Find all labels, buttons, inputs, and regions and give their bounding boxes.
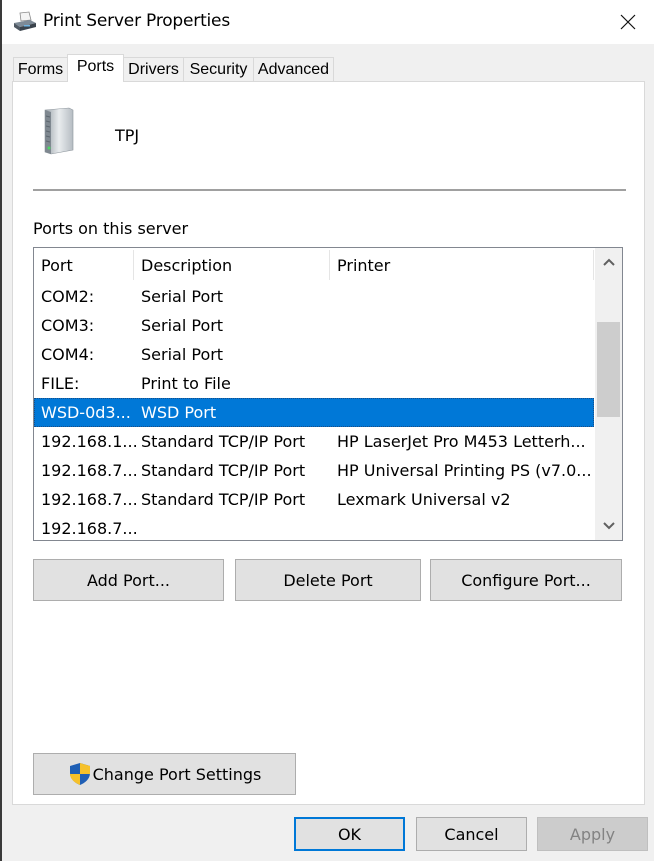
cell-description: Standard TCP/IP Port <box>141 432 306 451</box>
table-row[interactable]: 192.168.7... <box>34 514 594 540</box>
cell-description: Standard TCP/IP Port <box>141 490 306 509</box>
change-port-settings-button[interactable]: Change Port Settings <box>33 753 296 795</box>
cell-description: Print to File <box>141 374 231 393</box>
tab-ports[interactable]: Ports <box>67 54 124 82</box>
cell-printer: Lexmark Universal v2 <box>337 490 511 509</box>
table-row[interactable]: COM4: Serial Port <box>34 340 594 369</box>
tab-forms[interactable]: Forms <box>13 57 68 82</box>
ports-tab-panel: TPJ Ports on this server Port Descriptio… <box>12 81 645 805</box>
column-printer-label: Printer <box>337 256 391 275</box>
change-port-settings-label: Change Port Settings <box>92 764 262 784</box>
column-header-description[interactable]: Description <box>134 248 330 282</box>
ok-button[interactable]: OK <box>294 817 405 851</box>
column-description-label: Description <box>141 256 233 275</box>
tab-advanced[interactable]: Advanced <box>253 57 334 82</box>
scroll-down-button[interactable] <box>595 512 622 540</box>
table-row[interactable]: COM2: Serial Port <box>34 282 594 311</box>
table-row[interactable]: FILE: Print to File <box>34 369 594 398</box>
chevron-down-icon <box>602 522 615 530</box>
column-header-printer[interactable]: Printer <box>330 248 594 282</box>
column-header-port[interactable]: Port <box>34 248 134 282</box>
title-bar: Print Server Properties <box>2 0 654 44</box>
cell-port: COM4: <box>41 345 95 364</box>
cell-port: FILE: <box>41 374 80 393</box>
chevron-up-icon <box>602 258 615 266</box>
add-port-button[interactable]: Add Port... <box>33 559 224 601</box>
tab-drivers[interactable]: Drivers <box>123 57 184 82</box>
uac-shield-icon <box>69 763 90 785</box>
vertical-scrollbar[interactable] <box>595 248 622 540</box>
window-title: Print Server Properties <box>43 11 230 31</box>
apply-button[interactable]: Apply <box>537 817 648 851</box>
table-row[interactable]: WSD-0d3... WSD Port <box>34 398 594 427</box>
configure-port-button[interactable]: Configure Port... <box>430 559 622 601</box>
ports-list[interactable]: Port Description Printer COM2: Serial Por… <box>33 247 623 541</box>
list-rows: COM2: Serial Port COM3: Serial Port COM4: Ser… <box>34 282 594 540</box>
scroll-up-button[interactable] <box>595 248 622 276</box>
cell-port: 192.168.7... <box>41 490 137 509</box>
server-icon <box>41 106 75 156</box>
list-header: Port Description Printer <box>34 248 594 282</box>
delete-port-button[interactable]: Delete Port <box>235 559 421 601</box>
cell-printer: HP LaserJet Pro M453 Letterh... <box>337 432 586 451</box>
cell-description: Standard TCP/IP Port <box>141 461 306 480</box>
scroll-thumb[interactable] <box>597 322 620 417</box>
cell-port: COM3: <box>41 316 95 335</box>
cell-description: Serial Port <box>141 316 224 335</box>
tab-security[interactable]: Security <box>183 57 254 82</box>
cell-description: Serial Port <box>141 345 224 364</box>
cell-description: Serial Port <box>141 287 224 306</box>
cell-port: 192.168.1... <box>41 432 137 451</box>
column-port-label: Port <box>41 256 73 275</box>
table-row[interactable]: 192.168.7... Standard TCP/IP Port Lexmark … <box>34 485 594 514</box>
table-row[interactable]: COM3: Serial Port <box>34 311 594 340</box>
close-icon <box>620 14 636 30</box>
cancel-button[interactable]: Cancel <box>416 817 527 851</box>
printer-icon <box>12 11 38 33</box>
ports-on-server-label: Ports on this server <box>33 219 189 238</box>
cell-printer: HP Universal Printing PS (v7.0.... <box>337 461 592 480</box>
server-name: TPJ <box>115 126 140 145</box>
separator <box>33 189 626 191</box>
close-button[interactable] <box>610 4 646 40</box>
cell-port: WSD-0d3... <box>41 403 131 422</box>
table-row[interactable]: 192.168.7... Standard TCP/IP Port HP Unive… <box>34 456 594 485</box>
table-row[interactable]: 192.168.1... Standard TCP/IP Port HP Laser… <box>34 427 594 456</box>
background-edge <box>0 0 2 861</box>
cell-port: 192.168.7... <box>41 519 137 538</box>
cell-port: 192.168.7... <box>41 461 137 480</box>
cell-description: WSD Port <box>141 403 217 422</box>
cell-port: COM2: <box>41 287 95 306</box>
